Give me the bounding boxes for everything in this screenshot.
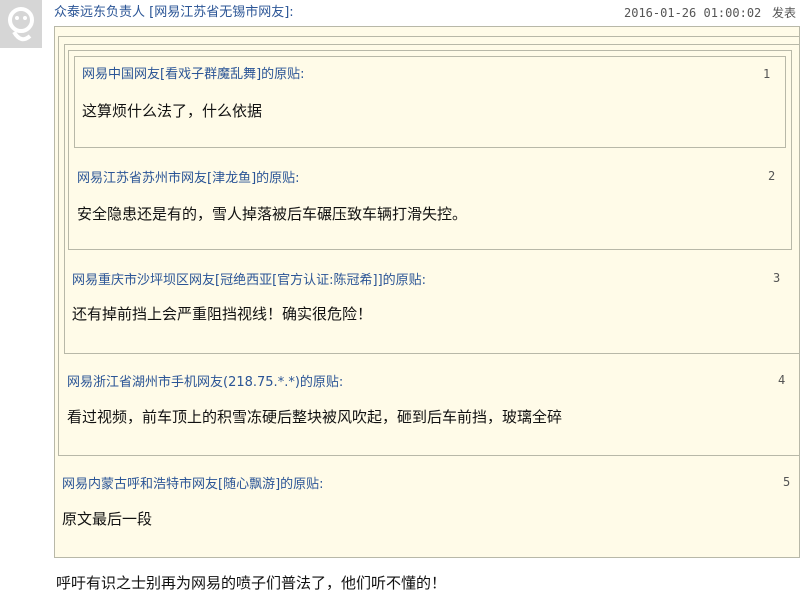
post-action-link[interactable]: 发表 — [772, 4, 796, 22]
quote-header: 网易中国网友[看戏子群魔乱舞]的原贴: — [82, 67, 305, 82]
post-time: 2016-01-26 01:00:02 — [624, 6, 762, 20]
floor-number: 3 — [773, 271, 781, 285]
quote-header: 网易江苏省苏州市网友[津龙鱼]的原贴: — [77, 171, 300, 186]
reply-text: 呼吁有识之士别再为网易的喷子们普法了，他们听不懂的！ — [56, 574, 447, 592]
floor-number: 1 — [763, 67, 771, 81]
quote-text: 原文最后一段 — [62, 510, 153, 528]
quote-header: 网易重庆市沙坪坝区网友[冠绝西亚[官方认证:陈冠希]]的原贴: — [72, 273, 427, 288]
quote-text: 还有掉前挡上会严重阻挡视线！确实很危险！ — [72, 305, 373, 323]
floor-number: 5 — [783, 475, 791, 489]
quote-header: 网易浙江省湖州市手机网友(218.75.*.*)的原贴: — [67, 375, 344, 390]
floor-number: 2 — [768, 169, 776, 183]
quote-text: 安全隐患还是有的，雪人掉落被后车碾压致车辆打滑失控。 — [77, 205, 468, 223]
author-name[interactable]: 众泰远东负责人 — [54, 5, 145, 20]
author-location: [网易江苏省无锡市网友]: — [149, 5, 294, 20]
comment-post: 众泰远东负责人 [网易江苏省无锡市网友]: 2016-01-26 01:00:0… — [0, 0, 800, 600]
quote-header: 网易内蒙古呼和浩特市网友[随心飘游]的原贴: — [62, 477, 324, 492]
quote-text: 这算烦什么法了，什么依据 — [82, 102, 263, 120]
quote-text: 看过视频，前车顶上的积雪冻硬后整块被风吹起，砸到后车前挡，玻璃全碎 — [67, 408, 563, 426]
avatar-icon[interactable] — [0, 0, 42, 48]
floor-number: 4 — [778, 373, 786, 387]
